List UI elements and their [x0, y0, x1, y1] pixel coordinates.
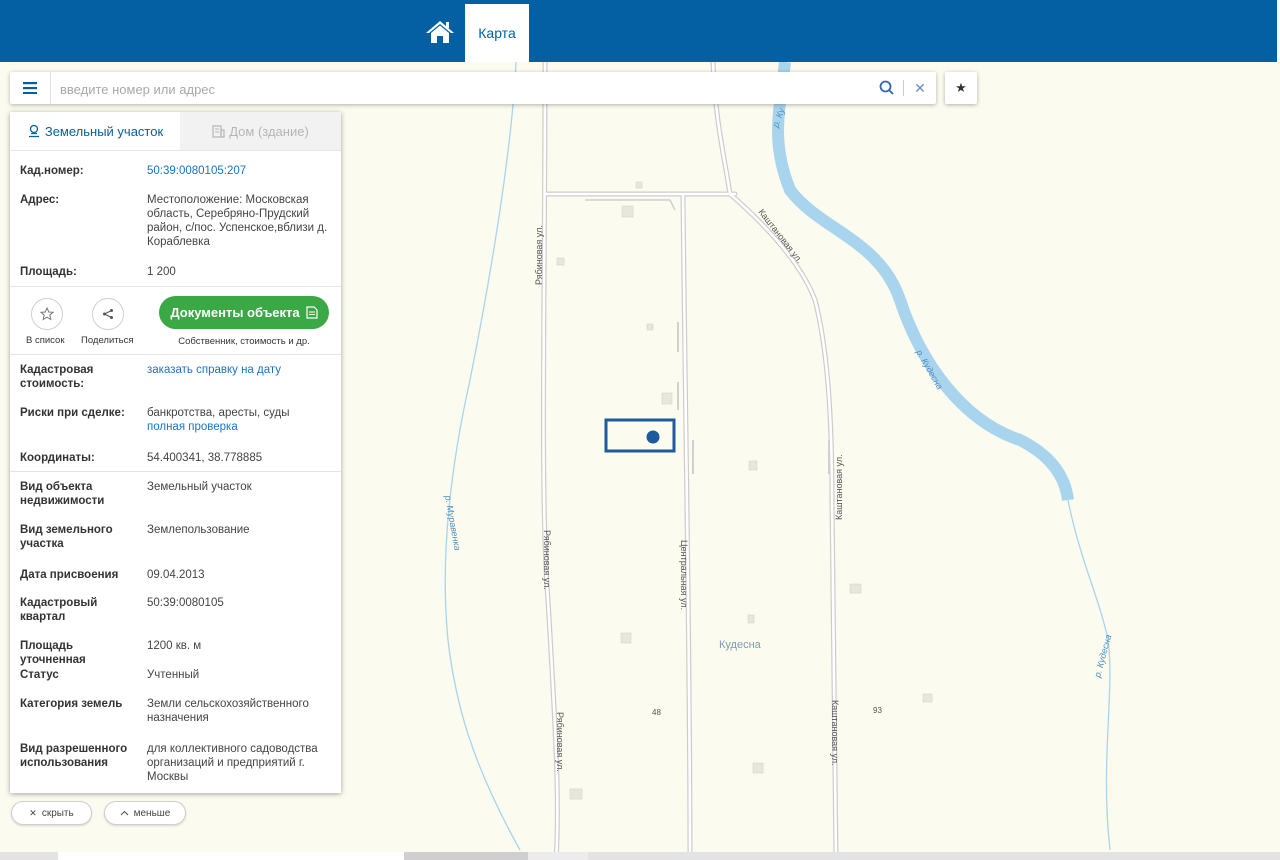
- parcel-marker[interactable]: [646, 430, 660, 444]
- home-icon: [426, 21, 454, 43]
- row-cad-cost: Кадастровая стоимость: заказать справку …: [10, 363, 341, 391]
- close-icon: ✕: [914, 80, 926, 96]
- bottom-strip: [0, 852, 1280, 860]
- home-button[interactable]: [422, 16, 458, 48]
- search-bar: ✕: [10, 72, 936, 104]
- area-label: Площадь:: [20, 266, 77, 278]
- status-label: Статус: [20, 669, 59, 681]
- share-label: Поделиться: [81, 335, 134, 346]
- status-value: Учтенный: [147, 669, 200, 681]
- house-number-48: 48: [652, 708, 661, 717]
- land-category-label: Категория земель: [20, 698, 123, 710]
- search-input[interactable]: [58, 76, 842, 102]
- document-icon: [306, 306, 318, 319]
- row-permitted-use: Вид разрешенного использования для колле…: [10, 742, 341, 784]
- cad-quarter-value: 50:39:0080105: [147, 597, 224, 609]
- permitted-use-value: для коллективного садоводства организаци…: [147, 743, 318, 783]
- cad-quarter-label: Кадастровый квартал: [20, 597, 98, 623]
- tab-house-label: Дом (здание): [229, 123, 309, 139]
- land-plot-icon: [28, 124, 39, 138]
- object-documents-caption: Собственник, стоимость и др.: [178, 336, 310, 347]
- row-risks: Риски при сделке: банкротства, аресты, с…: [10, 406, 341, 434]
- address-label: Адрес:: [20, 194, 60, 206]
- row-cad-quarter: Кадастровый квартал 50:39:0080105: [10, 596, 341, 624]
- date-assigned-label: Дата присвоения: [20, 569, 119, 581]
- row-object-type: Вид объекта недвижимости Земельный участ…: [10, 480, 341, 508]
- divider: [10, 354, 341, 355]
- row-land-type: Вид земельного участка Землепользование: [10, 523, 341, 551]
- menu-button[interactable]: [10, 72, 51, 104]
- favorites-button[interactable]: ★: [945, 72, 977, 104]
- divider: [10, 471, 341, 472]
- street-label-tsentralnaya: Центральная ул.: [679, 540, 689, 610]
- row-coordinates: Координаты: 54.400341, 38.778885: [10, 451, 341, 465]
- show-less-button[interactable]: меньше: [104, 801, 186, 825]
- area-value: 1 200: [147, 266, 176, 278]
- land-type-value: Землепользование: [147, 524, 250, 536]
- star-icon: ★: [955, 80, 967, 95]
- risks-value: банкротства, аресты, суды полная проверк…: [147, 406, 333, 434]
- row-address: Адрес: Местоположение: Московская област…: [10, 193, 341, 251]
- bottom-strip-segment: [528, 852, 588, 860]
- risks-label: Риски при сделке:: [20, 407, 125, 419]
- risks-text: банкротства, аресты, суды: [147, 407, 290, 419]
- street-label-ryabinovaya-1: Рябиновая ул.: [534, 225, 544, 285]
- row-cad-number: Кад.номер: 50:39:0080105:207: [10, 164, 341, 178]
- area-spec-label: Площадь уточненная: [20, 640, 86, 666]
- bottom-strip-segment: [58, 852, 404, 860]
- date-assigned-value: 09.04.2013: [147, 569, 205, 581]
- street-label-ryabinovaya-3: Рябиновая ул.: [555, 712, 565, 772]
- bottom-strip-segment: [404, 852, 528, 860]
- search-icon[interactable]: [878, 79, 896, 97]
- row-date-assigned: Дата присвоения 09.04.2013: [10, 568, 341, 582]
- tab-land-plot[interactable]: Земельный участок: [10, 112, 180, 150]
- object-documents-button[interactable]: Документы объекта: [159, 296, 329, 329]
- tab-land-plot-label: Земельный участок: [44, 123, 164, 139]
- share-icon: [103, 309, 113, 319]
- street-label-kashtanovaya-3: Каштановая ул.: [830, 700, 840, 766]
- coordinates-value: 54.400341, 38.778885: [147, 452, 263, 464]
- building-icon: [212, 124, 225, 138]
- cad-number-label: Кад.номер:: [20, 165, 84, 177]
- village-label: Кудесна: [719, 639, 762, 651]
- tab-map[interactable]: Карта: [465, 4, 529, 62]
- order-certificate-link[interactable]: заказать справку на дату: [147, 363, 333, 377]
- row-area-spec: Площадь уточненная 1200 кв. м: [10, 639, 341, 666]
- hide-panel-label: скрыть: [41, 807, 74, 819]
- street-label-ryabinovaya-2: Рябиновая ул.: [542, 530, 552, 590]
- divider: [10, 286, 341, 287]
- cad-cost-label: Кадастровая стоимость:: [20, 364, 94, 390]
- object-type-value: Земельный участок: [147, 481, 252, 493]
- star-outline-icon: [40, 307, 54, 321]
- land-type-label: Вид земельного участка: [20, 524, 113, 550]
- land-category-value: Земли сельскохозяйственного назначения: [147, 698, 309, 724]
- permitted-use-label: Вид разрешенного использования: [20, 743, 128, 769]
- hamburger-icon: [23, 82, 37, 94]
- show-less-label: меньше: [133, 807, 171, 819]
- street-label-kashtanovaya-2: Каштановая ул.: [834, 454, 844, 520]
- close-icon: ✕: [29, 807, 37, 818]
- object-info-panel: Земельный участок Дом (здание) Кад.номер…: [10, 112, 341, 793]
- area-spec-value: 1200 кв. м: [147, 640, 202, 652]
- search-separator: [903, 80, 904, 96]
- row-status: Статус Учтенный: [10, 668, 341, 682]
- cad-number-link[interactable]: 50:39:0080105:207: [147, 164, 333, 178]
- panel-tabs: Земельный участок Дом (здание): [10, 112, 341, 151]
- object-documents-label: Документы объекта: [170, 305, 300, 320]
- add-to-list-label: В список: [26, 335, 65, 346]
- full-check-link[interactable]: полная проверка: [147, 420, 333, 434]
- house-number-93: 93: [873, 706, 882, 715]
- top-navbar: Карта: [0, 0, 1280, 62]
- chevron-up-icon: [120, 810, 128, 816]
- row-land-category: Категория земель Земли сельскохозяйствен…: [10, 697, 341, 725]
- clear-search-button[interactable]: ✕: [912, 78, 928, 98]
- add-to-list-button[interactable]: [31, 298, 63, 330]
- coordinates-label: Координаты:: [20, 452, 95, 464]
- address-value: Местоположение: Московская область, Сере…: [147, 194, 328, 248]
- tab-house[interactable]: Дом (здание): [180, 112, 341, 150]
- row-area: Площадь: 1 200: [10, 265, 341, 279]
- object-type-label: Вид объекта недвижимости: [20, 481, 105, 507]
- share-button[interactable]: [92, 298, 124, 330]
- hide-panel-button[interactable]: ✕ скрыть: [11, 801, 92, 825]
